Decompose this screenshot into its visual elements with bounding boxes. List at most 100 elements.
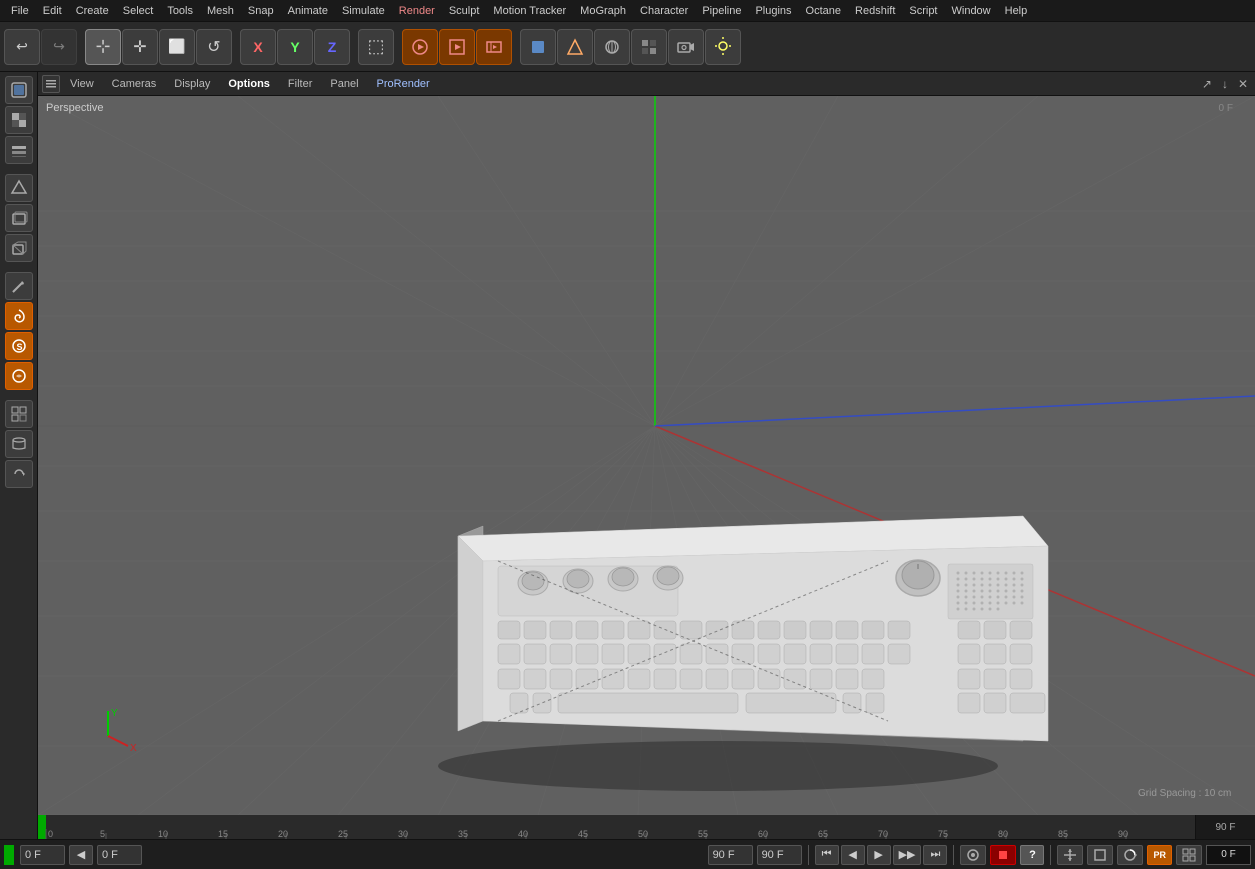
menu-edit[interactable]: Edit [36, 3, 69, 19]
timeline-track[interactable]: 0 5 10 15 20 25 30 35 40 45 50 [38, 815, 1195, 839]
bottom-frame-display: 0 F [1221, 849, 1235, 860]
viewport-down-button[interactable]: ↓ [1219, 76, 1231, 92]
tab-options[interactable]: Options [220, 76, 278, 92]
menu-snap[interactable]: Snap [241, 3, 281, 19]
light-button[interactable] [705, 29, 741, 65]
checker-button[interactable] [5, 106, 33, 134]
goto-start-button[interactable]: ⏮ [815, 845, 839, 865]
menu-tools[interactable]: Tools [160, 3, 200, 19]
rotate-tool-button[interactable]: ↺ [196, 29, 232, 65]
menu-create[interactable]: Create [69, 3, 116, 19]
play-reverse-button[interactable]: ▶▶ [893, 845, 922, 865]
y-axis-button[interactable]: Y [277, 29, 313, 65]
frame-step-down[interactable]: ◀ [69, 845, 93, 865]
box3-button[interactable] [5, 234, 33, 262]
object-tool-button[interactable] [5, 174, 33, 202]
render-button[interactable] [439, 29, 475, 65]
viewport-menu-button[interactable] [42, 75, 60, 93]
goto-end-button[interactable]: ⏭ [923, 845, 947, 865]
hook-button[interactable] [5, 302, 33, 330]
svg-text:80: 80 [998, 829, 1008, 839]
menu-select[interactable]: Select [116, 3, 161, 19]
prev-frame-button[interactable]: ◀ [841, 845, 865, 865]
menu-motion-tracker[interactable]: Motion Tracker [486, 3, 573, 19]
tab-filter[interactable]: Filter [280, 76, 320, 92]
camera-button[interactable] [668, 29, 704, 65]
main-toolbar: ↩ ↪ ⊹ ✛ ⬜ ↺ X Y Z ⬚ [0, 22, 1255, 72]
grid-spacing-label: Grid Spacing : 10 cm [1138, 788, 1231, 799]
keyframe-button[interactable] [1176, 845, 1202, 865]
svg-text:35: 35 [458, 829, 468, 839]
svg-text:85: 85 [1058, 829, 1068, 839]
left-sidebar: S [0, 72, 38, 815]
menu-redshift[interactable]: Redshift [848, 3, 902, 19]
menu-character[interactable]: Character [633, 3, 695, 19]
select-tool-button[interactable]: ⊹ [85, 29, 121, 65]
menu-pipeline[interactable]: Pipeline [695, 3, 748, 19]
display-mode-button[interactable] [631, 29, 667, 65]
svg-text:5: 5 [100, 829, 105, 839]
preview-end-input[interactable] [757, 845, 802, 865]
texture-mode-button[interactable] [594, 29, 630, 65]
layers-button[interactable] [5, 136, 33, 164]
menu-plugins[interactable]: Plugins [748, 3, 798, 19]
tab-display[interactable]: Display [166, 76, 218, 92]
box-button[interactable] [5, 204, 33, 232]
sculpt-button[interactable] [5, 362, 33, 390]
render-region-button[interactable] [476, 29, 512, 65]
undo-button[interactable]: ↩ [4, 29, 40, 65]
dollar-button[interactable]: S [5, 332, 33, 360]
stack-button[interactable] [5, 430, 33, 458]
svg-text:60: 60 [758, 829, 768, 839]
menu-octane[interactable]: Octane [799, 3, 848, 19]
grid-layer-button[interactable] [5, 400, 33, 428]
svg-text:30: 30 [398, 829, 408, 839]
render-view-button[interactable] [402, 29, 438, 65]
tab-cameras[interactable]: Cameras [104, 76, 165, 92]
object-mode-button[interactable] [520, 29, 556, 65]
viewport-svg: Y X Grid Spacing : 10 cm 0 F [38, 96, 1255, 815]
viewport-perspective-label: Perspective [46, 102, 103, 114]
view-toolbar: View Cameras Display Options Filter Pane… [38, 72, 1255, 96]
menu-script[interactable]: Script [902, 3, 944, 19]
viewport-expand-button[interactable]: ↗ [1199, 76, 1215, 92]
current-frame-input[interactable] [97, 845, 142, 865]
3d-viewport[interactable]: Y X Grid Spacing : 10 cm 0 F Perspective [38, 96, 1255, 815]
menu-mesh[interactable]: Mesh [200, 3, 241, 19]
tab-prorender[interactable]: ProRender [369, 76, 438, 92]
menu-sculpt[interactable]: Sculpt [442, 3, 487, 19]
menu-help[interactable]: Help [998, 3, 1035, 19]
tab-panel[interactable]: Panel [322, 76, 366, 92]
stop-record-button[interactable] [990, 845, 1016, 865]
svg-text:55: 55 [698, 829, 708, 839]
redo-button[interactable]: ↪ [41, 29, 77, 65]
scale-mode-button[interactable] [1087, 845, 1113, 865]
scale-tool-button[interactable]: ⬜ [159, 29, 195, 65]
move-mode-button[interactable] [1057, 845, 1083, 865]
end-frame-input[interactable] [708, 845, 753, 865]
x-axis-button[interactable]: X [240, 29, 276, 65]
play-button[interactable]: ▶ [867, 845, 891, 865]
coord-button[interactable]: ⬚ [358, 29, 394, 65]
menu-simulate[interactable]: Simulate [335, 3, 392, 19]
svg-text:Y: Y [111, 708, 118, 719]
menu-render[interactable]: Render [392, 3, 442, 19]
viewport-close-button[interactable]: ✕ [1235, 76, 1251, 92]
z-axis-button[interactable]: Z [314, 29, 350, 65]
rotate-icon-button[interactable] [5, 460, 33, 488]
menu-mograph[interactable]: MoGraph [573, 3, 633, 19]
menu-animate[interactable]: Animate [281, 3, 335, 19]
record-button[interactable] [960, 845, 986, 865]
pen-button[interactable] [5, 272, 33, 300]
svg-text:X: X [130, 743, 137, 754]
menu-window[interactable]: Window [945, 3, 998, 19]
prorender-button[interactable]: PR [1147, 845, 1172, 865]
edit-mode-button[interactable] [557, 29, 593, 65]
tab-view[interactable]: View [62, 76, 102, 92]
start-frame-input[interactable]: 0 F [20, 845, 65, 865]
move-tool-button[interactable]: ✛ [122, 29, 158, 65]
menu-file[interactable]: File [4, 3, 36, 19]
help-button[interactable]: ? [1020, 845, 1044, 865]
rotate-mode-button[interactable] [1117, 845, 1143, 865]
viewport-shading-button[interactable] [5, 76, 33, 104]
